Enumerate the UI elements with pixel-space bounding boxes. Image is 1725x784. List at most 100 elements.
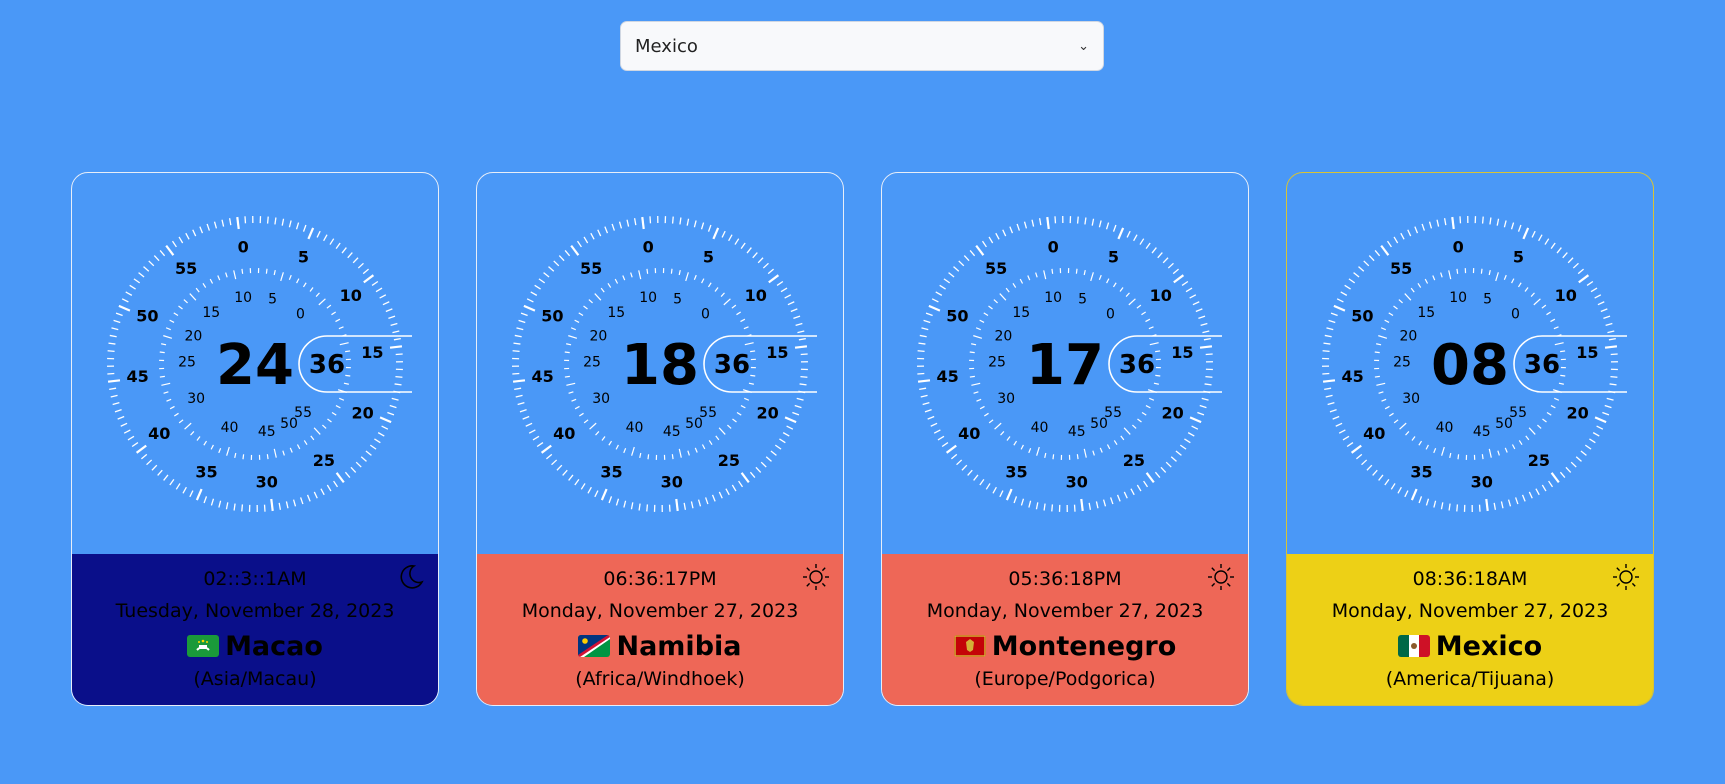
inner-dial-tick [173,412,179,417]
clock-card: 0 5 10 15 20 25 30 35 40 45 50 55 55 50 45 40 30 25 20 15 10… [71,172,439,706]
inner-dial-tick [578,412,584,417]
inner-dial-tick [983,312,989,317]
outer-dial-tick [562,469,568,476]
inner-dial-tick [1112,282,1117,288]
outer-dial-tick [1570,461,1577,468]
outer-dial-tick [1353,272,1360,278]
outer-dial-number: 0 [643,238,654,257]
inner-dial-tick [1027,275,1031,281]
hour-display: 18 [621,333,699,398]
inner-dial-tick [1497,450,1500,456]
outer-dial-tick [1407,229,1412,237]
inner-dial-tick [169,405,175,410]
outer-dial-tick [1428,221,1433,229]
inner-dial-number: 25 [1393,355,1411,371]
hour-display: 24 [216,333,294,398]
inner-dial-tick [1036,446,1040,456]
inner-dial-tick [195,287,200,293]
outer-dial-number: 10 [745,286,767,305]
inner-dial-tick [1106,278,1110,284]
outer-dial-tick [1165,461,1172,468]
inner-dial-tick [163,335,173,339]
namibia-flag-icon [578,635,611,657]
inner-dial-tick [296,278,300,284]
outer-dial-tick [1503,220,1507,228]
outer-dial-tick [590,232,595,240]
outer-dial-number: 15 [766,343,788,362]
inner-dial-tick [183,299,188,304]
outer-dial-tick [600,488,608,501]
outer-dial-tick [1322,379,1336,383]
outer-dial-tick [514,387,522,391]
outer-dial-tick [1384,478,1390,486]
outer-dial-number: 5 [1108,247,1119,266]
inner-dial-tick [622,275,626,281]
inner-dial-number: 20 [184,328,202,344]
outer-dial-tick [786,425,794,430]
inner-dial-tick [1148,326,1154,330]
inner-dial-tick [571,398,577,402]
inner-dial-tick [217,275,221,281]
outer-dial-tick [721,230,726,238]
outer-dial-tick [313,491,318,499]
outer-dial-tick [580,483,586,490]
inner-dial-tick [209,278,214,284]
inner-dial-tick [1524,287,1529,292]
inner-dial-tick [671,454,674,460]
inner-dial-tick [1424,278,1429,284]
outer-dial-tick [1451,216,1455,230]
inner-dial-tick [1404,293,1412,301]
country-name: Namibia [616,630,742,662]
outer-dial-tick [1577,268,1584,275]
outer-dial-tick [109,334,117,338]
outer-dial-tick [1338,429,1346,434]
outer-dial-tick [218,500,222,508]
outer-dial-tick [755,466,762,473]
inner-dial-tick [1553,326,1559,330]
inner-dial-tick [233,270,237,280]
inner-dial-tick [210,444,214,450]
outer-dial-tick [195,488,203,501]
outer-dial-tick [1378,474,1384,481]
outer-dial-tick [1195,308,1203,313]
outer-dial-tick [937,435,945,441]
outer-dial-tick [1329,409,1337,413]
outer-dial-tick [1602,411,1610,416]
montenegro-flag-icon [953,635,986,657]
outer-dial-tick [302,224,307,232]
country-select[interactable]: Mexico ⌄ [620,21,1104,71]
outer-dial-tick [379,294,387,299]
inner-dial-tick [234,452,237,458]
inner-dial-number: 5 [1483,291,1492,307]
inner-dial-number: 50 [280,416,298,432]
outer-dial-tick [1456,504,1459,512]
outer-dial-tick [281,218,285,226]
inner-dial-tick [1075,268,1078,274]
outer-dial-tick [1167,262,1174,269]
inner-dial-number: 0 [296,306,305,322]
outer-dial-tick [762,262,769,269]
outer-dial-number: 45 [936,367,958,386]
outer-dial-tick [951,453,958,460]
inner-dial-tick [694,447,698,453]
inner-dial-tick [318,298,326,306]
inner-dial-tick [976,398,982,402]
outer-dial-tick [1028,500,1032,508]
outer-dial-tick [1102,499,1107,507]
inner-dial-tick [1155,374,1161,377]
outer-dial-tick [1372,469,1378,476]
outer-dial-tick [776,280,784,286]
outer-dial-tick [928,304,941,312]
inner-dial-tick [1488,270,1491,276]
outer-dial-tick [969,250,976,257]
inner-dial-tick [718,427,726,435]
mexico-flag-icon [1397,635,1430,657]
inner-dial-tick [190,431,195,436]
outer-dial-tick [917,350,925,353]
country-row: Namibia [477,627,843,665]
outer-dial-tick [1335,422,1343,427]
outer-dial-tick [1322,350,1330,353]
outer-dial-tick [700,222,705,230]
outer-dial-number: 40 [958,424,980,443]
outer-dial-tick [1489,217,1492,225]
